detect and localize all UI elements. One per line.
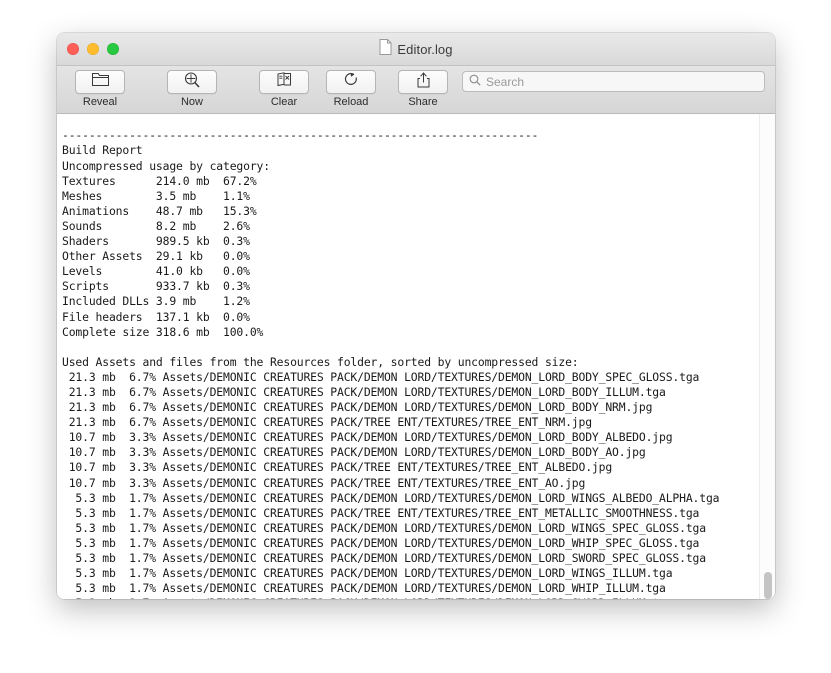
vertical-scrollbar[interactable] — [759, 114, 775, 599]
reveal-label: Reveal — [83, 96, 117, 108]
document-icon — [379, 39, 392, 60]
log-content-area[interactable]: ----------------------------------------… — [57, 114, 775, 599]
clear-button[interactable] — [259, 70, 309, 94]
window-toolbar: Reveal Now — [57, 66, 775, 114]
toolbar-item-now[interactable]: Now — [161, 70, 223, 108]
toolbar-item-share[interactable]: Share — [392, 70, 454, 108]
share-button[interactable] — [398, 70, 448, 94]
toolbar-item-reveal[interactable]: Reveal — [69, 70, 131, 108]
maximize-button[interactable] — [107, 43, 119, 55]
now-button[interactable] — [167, 70, 217, 94]
now-label: Now — [181, 96, 203, 108]
traffic-light-group — [67, 43, 119, 55]
search-icon — [469, 73, 481, 91]
reload-button[interactable] — [326, 70, 376, 94]
minimize-button[interactable] — [87, 43, 99, 55]
clear-label: Clear — [271, 96, 297, 108]
scrollbar-thumb[interactable] — [764, 572, 772, 599]
close-button[interactable] — [67, 43, 79, 55]
search-input[interactable]: Search — [462, 71, 765, 92]
reveal-button[interactable] — [75, 70, 125, 94]
log-text: ----------------------------------------… — [62, 128, 775, 599]
search-placeholder: Search — [486, 75, 524, 89]
target-magnifier-icon — [184, 72, 200, 93]
window-title-group: Editor.log — [57, 33, 775, 65]
clear-page-icon — [276, 72, 292, 92]
reload-icon — [344, 72, 359, 93]
folder-icon — [92, 73, 109, 91]
toolbar-item-clear[interactable]: Clear — [253, 70, 315, 108]
toolbar-item-reload[interactable]: Reload — [320, 70, 382, 108]
editor-log-window: Editor.log Reveal — [57, 33, 775, 599]
share-label: Share — [408, 96, 437, 108]
window-title: Editor.log — [397, 42, 452, 57]
search-area: Search — [462, 70, 765, 92]
share-icon — [417, 72, 430, 93]
reload-label: Reload — [334, 96, 369, 108]
window-titlebar[interactable]: Editor.log — [57, 33, 775, 66]
